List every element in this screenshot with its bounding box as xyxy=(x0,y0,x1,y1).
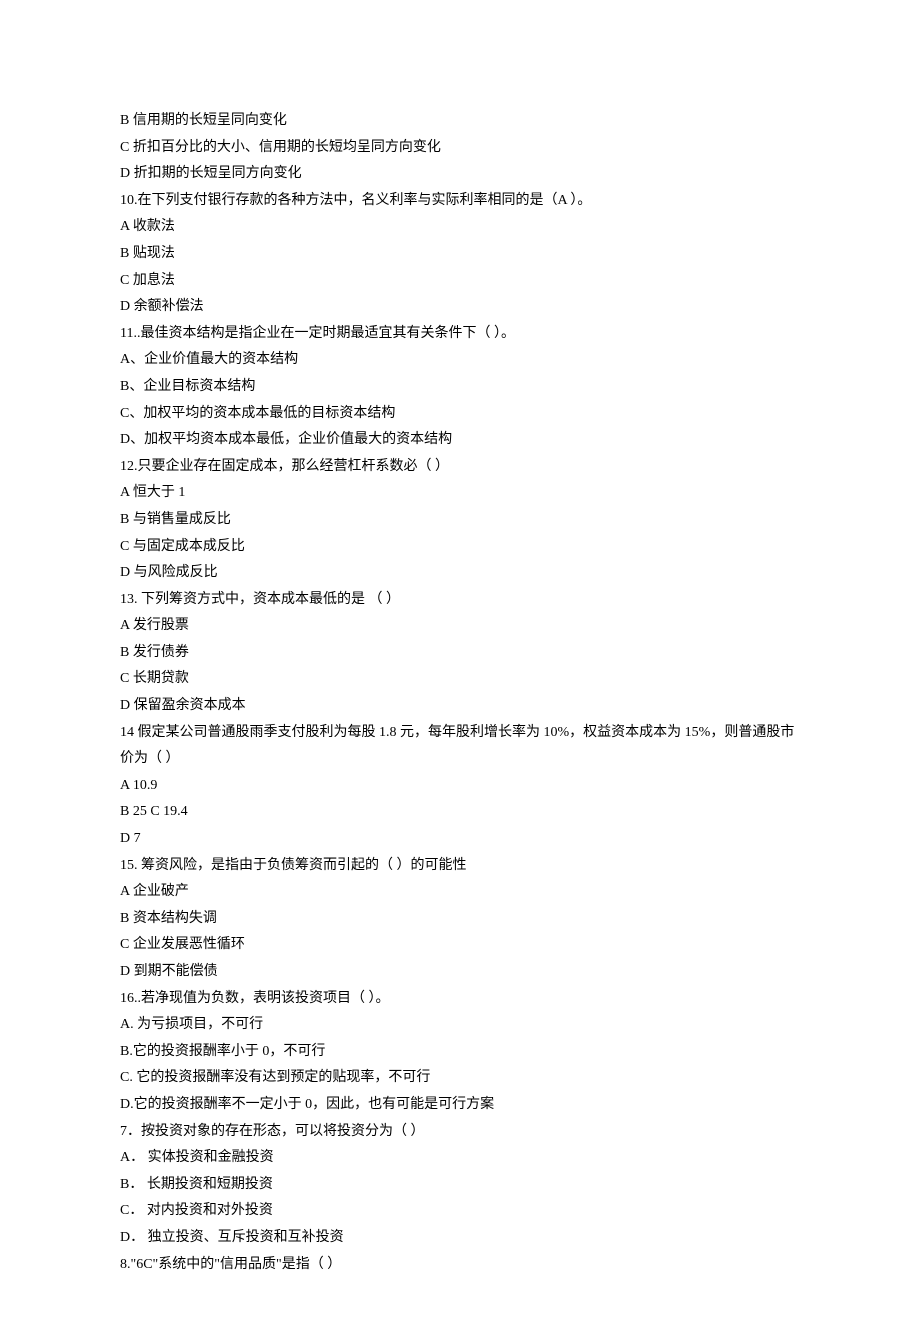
text-line: 12.只要企业存在固定成本，那么经营杠杆系数必（ ） xyxy=(120,454,800,481)
text-line: A． 实体投资和金融投资 xyxy=(120,1145,800,1172)
text-line: A 10.9 xyxy=(120,773,800,800)
text-line: C 长期贷款 xyxy=(120,666,800,693)
text-line: D 折扣期的长短呈同方向变化 xyxy=(120,161,800,188)
text-line: 16..若净现值为负数，表明该投资项目（ ）。 xyxy=(120,986,800,1013)
text-line: C 与固定成本成反比 xyxy=(120,534,800,561)
document-page: B 信用期的长短呈同向变化 C 折扣百分比的大小、信用期的长短均呈同方向变化 D… xyxy=(0,0,920,1338)
text-line: D 到期不能偿债 xyxy=(120,959,800,986)
text-line: B、企业目标资本结构 xyxy=(120,374,800,401)
text-line: 11..最佳资本结构是指企业在一定时期最适宜其有关条件下（ ）。 xyxy=(120,321,800,348)
text-line: A 企业破产 xyxy=(120,879,800,906)
text-line: B 贴现法 xyxy=(120,241,800,268)
text-line: B． 长期投资和短期投资 xyxy=(120,1172,800,1199)
text-line: B 资本结构失调 xyxy=(120,906,800,933)
text-line: D． 独立投资、互斥投资和互补投资 xyxy=(120,1225,800,1252)
text-line: 7．按投资对象的存在形态，可以将投资分为（ ） xyxy=(120,1119,800,1146)
text-line: B.它的投资报酬率小于 0，不可行 xyxy=(120,1039,800,1066)
text-line: D 保留盈余资本成本 xyxy=(120,693,800,720)
text-line: B 与销售量成反比 xyxy=(120,507,800,534)
text-line: A、企业价值最大的资本结构 xyxy=(120,347,800,374)
text-line: 15. 筹资风险，是指由于负债筹资而引起的（ ）的可能性 xyxy=(120,853,800,880)
text-line: D 7 xyxy=(120,826,800,853)
text-line: D 与风险成反比 xyxy=(120,560,800,587)
text-line: D.它的投资报酬率不一定小于 0，因此，也有可能是可行方案 xyxy=(120,1092,800,1119)
text-line: C、加权平均的资本成本最低的目标资本结构 xyxy=(120,401,800,428)
text-line: B 25 C 19.4 xyxy=(120,799,800,826)
text-line: A 发行股票 xyxy=(120,613,800,640)
text-line: A. 为亏损项目，不可行 xyxy=(120,1012,800,1039)
text-line: A 收款法 xyxy=(120,214,800,241)
text-line: C 企业发展恶性循环 xyxy=(120,932,800,959)
text-line: C 加息法 xyxy=(120,268,800,295)
text-line: D 余额补偿法 xyxy=(120,294,800,321)
text-line: D、加权平均资本成本最低，企业价值最大的资本结构 xyxy=(120,427,800,454)
text-line: 13. 下列筹资方式中，资本成本最低的是 （ ） xyxy=(120,587,800,614)
text-line: C． 对内投资和对外投资 xyxy=(120,1198,800,1225)
text-line: B 发行债券 xyxy=(120,640,800,667)
text-line: B 信用期的长短呈同向变化 xyxy=(120,108,800,135)
text-line: 14 假定某公司普通股雨季支付股利为每股 1.8 元，每年股利增长率为 10%，… xyxy=(120,720,800,773)
text-line: 10.在下列支付银行存款的各种方法中，名义利率与实际利率相同的是（A ）。 xyxy=(120,188,800,215)
text-line: 8."6C"系统中的"信用品质"是指（ ） xyxy=(120,1252,800,1279)
text-line: C. 它的投资报酬率没有达到预定的贴现率，不可行 xyxy=(120,1065,800,1092)
text-line: A 恒大于 1 xyxy=(120,480,800,507)
text-line: C 折扣百分比的大小、信用期的长短均呈同方向变化 xyxy=(120,135,800,162)
